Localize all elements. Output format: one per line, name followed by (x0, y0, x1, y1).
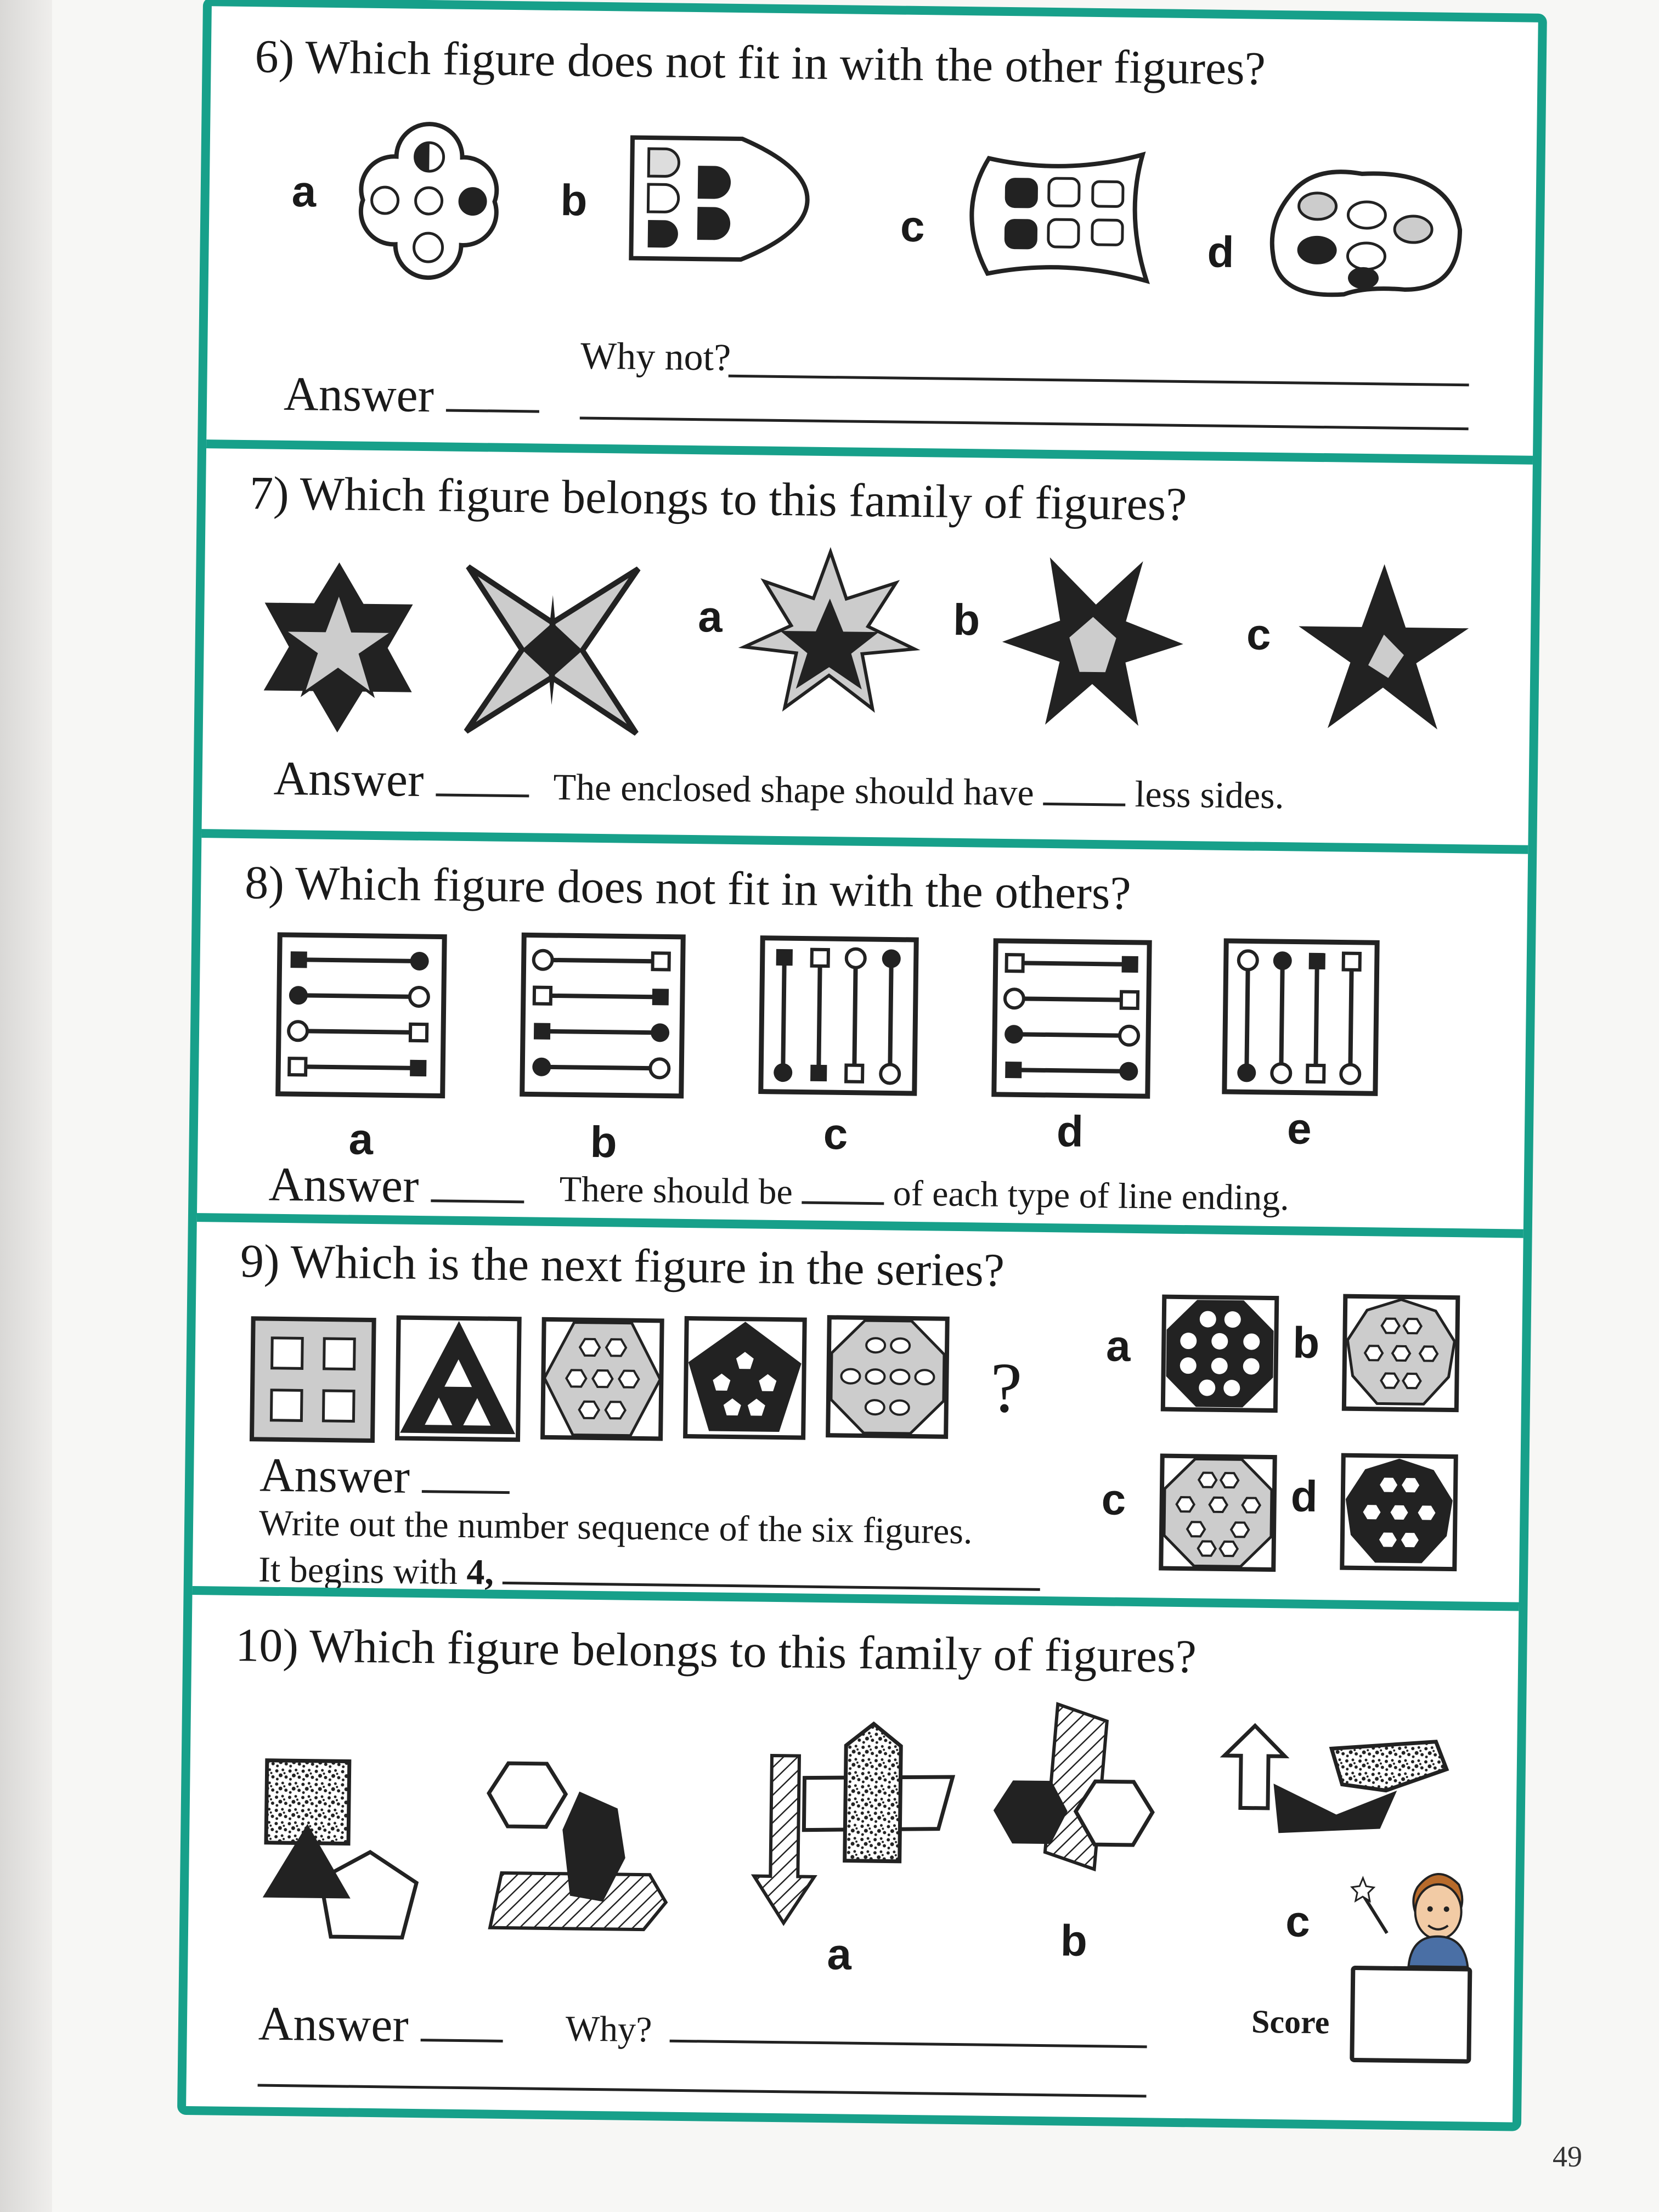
q9-label-d: d (1290, 1471, 1318, 1521)
q10-figure-b (993, 1702, 1155, 1872)
q7-title: 7) Which figure belongs to this family o… (249, 466, 1187, 531)
q8-label-a: a (348, 1114, 374, 1164)
q6-answer-blank[interactable] (445, 409, 539, 413)
q6-label-d: d (1207, 227, 1234, 277)
q8-label-b: b (590, 1117, 618, 1167)
q7-answer-blank[interactable] (436, 793, 529, 798)
q8-title: 8) Which figure does not fit in with the… (244, 856, 1132, 919)
q7-figure-2 (464, 564, 641, 736)
q9-seq-3 (540, 1317, 664, 1441)
q8-figure-c (758, 935, 919, 1096)
q7-figure-1 (263, 562, 413, 733)
q9-question-mark: ? (990, 1348, 1023, 1428)
q10-title: 10) Which figure belongs to this family … (235, 1618, 1197, 1683)
q7-label-b: b (952, 595, 980, 645)
q10-figure-1 (262, 1758, 419, 1940)
q7-hint-blank[interactable] (1043, 802, 1126, 806)
question-7: 7) Which figure belongs to this family o… (201, 439, 1533, 845)
question-6: 6) Which figure does not fit in with the… (206, 6, 1538, 455)
q6-figure-a (358, 122, 499, 280)
q9-label-a: a (1105, 1321, 1131, 1370)
q8-hint: There should be of each type of line end… (559, 1169, 1290, 1218)
q8-figure-d (991, 938, 1152, 1099)
q10-label-a: a (827, 1929, 852, 1979)
q8-label-d: d (1056, 1107, 1084, 1156)
q8-hint-blank[interactable] (802, 1201, 884, 1205)
q6-why-line-2[interactable] (579, 416, 1469, 431)
q8-label-e: e (1286, 1104, 1312, 1153)
q9-option-d (1340, 1453, 1458, 1572)
q10-why-label: Why? (565, 2008, 652, 2050)
q6-figure-b (629, 135, 810, 262)
q7-figure-c (1299, 564, 1469, 730)
score-label: Score (1251, 2003, 1330, 2041)
worksheet: 6) Which figure does not fit in with the… (177, 0, 1547, 2131)
q9-label-c: c (1101, 1475, 1126, 1524)
page-number: 49 (1553, 2140, 1582, 2173)
teacher-mascot-illustration (1350, 1873, 1469, 1968)
q10-answer-blank[interactable] (420, 2039, 503, 2042)
q7-hint: The enclosed shape should have less side… (553, 765, 1285, 817)
q10-answer-label: Answer (258, 1996, 503, 2055)
q10-why-line-2[interactable] (257, 2084, 1147, 2098)
q6-label-c: c (900, 201, 926, 251)
q6-answer-label: Answer (284, 366, 540, 425)
q6-why-label: Why not? (580, 335, 731, 379)
score-box[interactable] (1350, 1965, 1472, 2064)
q9-answer-blank[interactable] (421, 1490, 510, 1494)
q10-figure-c (1220, 1723, 1449, 1833)
q7-answer-label: Answer (273, 751, 529, 810)
q6-label-b: b (560, 176, 588, 225)
q9-seq-2 (394, 1315, 522, 1442)
q9-label-b: b (1292, 1318, 1320, 1368)
book-spine (0, 0, 52, 2212)
q9-seq-5 (826, 1315, 950, 1439)
question-10: 10) Which figure belongs to this family … (186, 1586, 1519, 2123)
q9-seq-4 (683, 1316, 807, 1440)
q6-title: 6) Which figure does not fit in with the… (255, 30, 1266, 95)
q10-label-b: b (1060, 1916, 1088, 1965)
q9-option-a (1160, 1294, 1279, 1413)
q10-figure-2 (487, 1761, 668, 1932)
question-8: 8) Which figure does not fit in with the… (197, 829, 1528, 1229)
q10-why-line-1[interactable] (669, 2039, 1147, 2049)
q8-figure-a (275, 932, 447, 1099)
q6-figure-d (1269, 170, 1463, 297)
q7-label-a: a (697, 592, 723, 641)
q6-why-line-1[interactable] (728, 374, 1469, 387)
q8-figure-e (1222, 938, 1380, 1096)
q7-label-c: c (1246, 610, 1272, 659)
q8-label-c: c (823, 1109, 848, 1159)
q10-label-c: c (1285, 1897, 1311, 1946)
q8-answer-blank[interactable] (431, 1199, 524, 1204)
q9-option-c (1159, 1453, 1277, 1572)
q7-figure-b (1002, 557, 1183, 726)
q9-title: 9) Which is the next figure in the serie… (240, 1234, 1005, 1297)
q9-answer-label: Answer (259, 1447, 510, 1506)
q6-figure-c (969, 151, 1150, 284)
q7-figure-a (738, 547, 921, 713)
q9-line-1: Write out the number sequence of the six… (258, 1503, 973, 1552)
q8-figure-b (520, 932, 686, 1099)
q10-figure-a (751, 1721, 956, 1926)
q8-answer-label: Answer (268, 1157, 524, 1216)
q9-option-b (1341, 1294, 1460, 1413)
q6-label-a: a (291, 167, 317, 216)
q9-seq-1 (249, 1316, 376, 1443)
question-9: 9) Which is the next figure in the serie… (192, 1213, 1523, 1602)
q9-sequence-blank[interactable] (503, 1581, 1041, 1591)
